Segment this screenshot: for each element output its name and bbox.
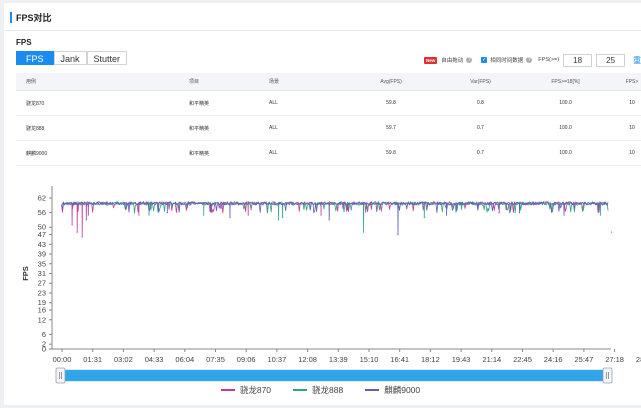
data-point-dip — [138, 214, 140, 216]
legend-swatch — [293, 389, 308, 391]
y-tick-label: 6 — [42, 330, 46, 339]
y-tick-label: 27 — [38, 279, 46, 288]
data-point-dip — [229, 216, 231, 219]
data-point-dip — [328, 219, 330, 221]
data-point-dip — [423, 216, 425, 219]
data-point-dip — [610, 231, 613, 233]
x-tick-label: 07:35 — [206, 355, 225, 364]
x-tick-label: 00:00 — [53, 355, 72, 364]
y-tick-label: 56 — [38, 208, 46, 217]
y-tick-label: 39 — [38, 250, 46, 259]
x-tick-label: 04:33 — [145, 355, 164, 364]
legend-item-870[interactable]: 骁龙870 — [220, 384, 272, 396]
series-line-1 — [61, 201, 609, 233]
x-tick-label: 27:18 — [605, 355, 624, 364]
data-point-dip — [247, 214, 249, 216]
data-point-dip — [148, 214, 150, 216]
legend-label: 麒麟9000 — [384, 385, 421, 395]
data-point-dip — [203, 214, 205, 216]
legend-label: 骁龙870 — [239, 385, 272, 395]
y-tick-label: 35 — [38, 259, 46, 268]
x-tick-label: 13:39 — [329, 355, 348, 364]
x-tick-label: 03:02 — [114, 355, 133, 364]
x-tick-label: 09:06 — [237, 355, 256, 364]
data-point-dip — [599, 214, 602, 216]
x-tick-label: 22:45 — [513, 355, 532, 364]
zoom-handle-left[interactable] — [55, 367, 66, 384]
data-point-dip — [71, 224, 73, 226]
y-tick-label: 31 — [38, 269, 46, 278]
legend-label: 骁龙888 — [312, 385, 344, 395]
data-point-dip — [518, 212, 521, 214]
fps-line-chart: 0261216192327313539434750566200:00 01:31 0… — [21, 186, 641, 384]
chart-series — [61, 201, 613, 238]
x-tick-label: 24:16 — [544, 355, 563, 364]
zoom-range — [60, 370, 610, 381]
data-point-dip — [320, 214, 322, 216]
x-tick-label: 19:43 — [452, 355, 471, 364]
chart-legend: 骁龙870 骁龙888 麒麟9000 — [0, 384, 641, 396]
data-point-dip — [76, 231, 78, 233]
y-axis-title: FPS — [21, 266, 30, 281]
legend-swatch — [220, 389, 235, 391]
x-tick-label: 10:37 — [268, 355, 287, 364]
x-tick-label: 28:49 — [636, 355, 641, 364]
y-tick-label: 12 — [38, 315, 46, 324]
data-point-dip — [166, 212, 168, 214]
zoom-slider[interactable] — [55, 367, 613, 384]
y-tick-label: 50 — [38, 223, 46, 232]
x-tick-label: 15:10 — [360, 355, 379, 364]
zoom-handle-right[interactable] — [602, 367, 613, 384]
data-point-dip — [87, 214, 89, 216]
data-point-dip — [362, 231, 365, 233]
data-point-dip — [563, 214, 565, 216]
x-tick-label: 21:14 — [482, 355, 501, 364]
legend-item-888[interactable]: 骁龙888 — [293, 384, 343, 396]
data-point-dip — [85, 219, 87, 221]
y-tick-label: 23 — [38, 288, 46, 297]
data-point-dip — [81, 236, 83, 238]
x-tick-label: 18:12 — [421, 355, 440, 364]
chart-axes: 0261216192327313539434750566200:00 01:31 0… — [21, 186, 641, 364]
data-point-dip — [498, 212, 500, 214]
y-tick-label: 43 — [38, 240, 46, 249]
data-point-dip — [397, 233, 399, 236]
x-tick-label: 01:31 — [83, 355, 102, 364]
legend-swatch — [365, 389, 380, 391]
data-point-dip — [277, 219, 280, 221]
y-tick-label: 2 — [42, 340, 46, 349]
legend-item-9000[interactable]: 麒麟9000 — [365, 384, 420, 396]
data-point-dip — [282, 216, 284, 219]
x-tick-label: 06:04 — [175, 355, 194, 364]
y-tick-label: 62 — [38, 194, 46, 203]
data-point-dip — [445, 214, 448, 216]
x-tick-label: 25:47 — [575, 355, 594, 364]
x-tick-label: 12:08 — [298, 355, 317, 364]
y-tick-label: 19 — [38, 298, 46, 307]
x-tick-label: 16:41 — [390, 355, 409, 364]
